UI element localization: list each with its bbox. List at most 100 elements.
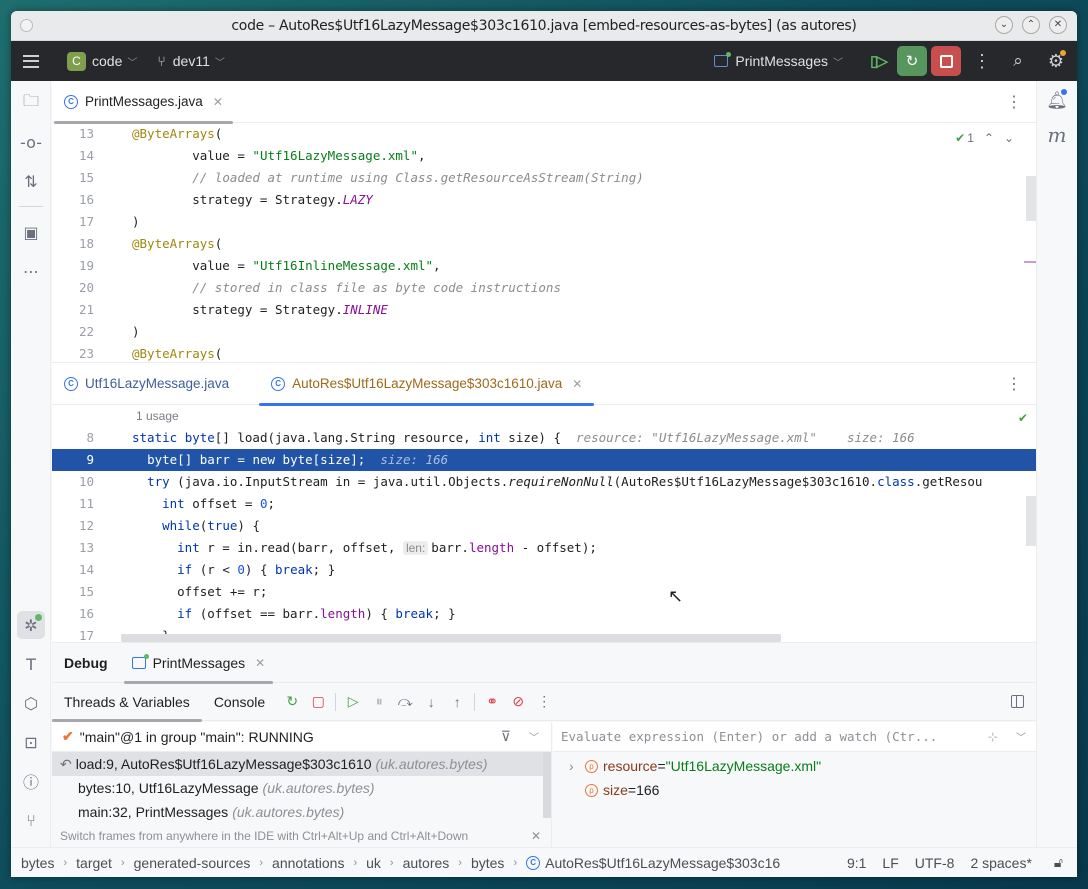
top-code-area[interactable]: 13 @ByteArrays(14 value = "Utf16LazyMessa…: [52, 123, 1036, 365]
more-tools-button[interactable]: ⋯: [17, 257, 45, 285]
terminal-tool-button[interactable]: ⊡: [17, 728, 45, 756]
line-number[interactable]: 18: [52, 233, 94, 255]
line-number[interactable]: 13: [52, 123, 94, 145]
breadcrumb-file[interactable]: C AutoRes$Utf16LazyMessage$303c16: [526, 855, 780, 871]
bottom-editor-vscrollbar[interactable]: [1026, 496, 1036, 546]
add-watch-icon[interactable]: ⊹: [988, 729, 998, 744]
code-line[interactable]: 20 // stored in class file as byte code …: [52, 277, 1036, 299]
stop-icon[interactable]: ▢: [309, 693, 327, 710]
more-icon[interactable]: ⋮: [535, 693, 553, 710]
tab-options-button[interactable]: ⋮: [1006, 92, 1022, 112]
variable-row[interactable]: p size = 166: [553, 778, 1036, 802]
rerun-debug-button[interactable]: ↻: [897, 46, 927, 76]
rerun-icon[interactable]: ↻: [283, 693, 301, 710]
resume-button[interactable]: ▯▷: [863, 46, 893, 76]
next-highlight-icon[interactable]: ⌄: [1004, 131, 1014, 145]
code-line[interactable]: 11 int offset = 0;: [52, 493, 1036, 515]
run-config-selector[interactable]: PrintMessages ﹀: [714, 52, 843, 69]
code-line[interactable]: 18 @ByteArrays(: [52, 233, 1036, 255]
code-line[interactable]: 16 if (offset == barr.length) { break; }: [52, 603, 1036, 625]
maximize-button[interactable]: ⌃: [1022, 16, 1040, 34]
line-number[interactable]: 12: [52, 515, 94, 537]
caret-position[interactable]: 9:1: [847, 855, 866, 871]
line-number[interactable]: 19: [52, 255, 94, 277]
code-line[interactable]: 17): [52, 211, 1036, 233]
line-number[interactable]: 16: [52, 603, 94, 625]
close-tab-icon[interactable]: ✕: [572, 377, 582, 391]
more-actions-button[interactable]: ⋮: [973, 51, 991, 72]
settings-button[interactable]: ⚙: [1041, 49, 1071, 72]
expand-chevron-icon[interactable]: ›: [569, 758, 585, 774]
stack-frame[interactable]: ↶ load:9, AutoRes$Utf16LazyMessage$303c1…: [52, 752, 551, 776]
project-view-button[interactable]: 🗀: [17, 89, 45, 117]
code-line[interactable]: 8 static byte[] load(java.lang.String res…: [52, 427, 1036, 449]
stop-button[interactable]: [931, 46, 961, 76]
minimize-button[interactable]: ⌄: [995, 16, 1013, 34]
stack-frame[interactable]: bytes:10, Utf16LazyMessage (uk.autores.by…: [52, 776, 551, 800]
line-number[interactable]: 21: [52, 299, 94, 321]
structure-button[interactable]: ▣: [17, 218, 45, 246]
code-line[interactable]: 14 if (r < 0) { break; }: [52, 559, 1036, 581]
lock-icon[interactable]: 🔓︎: [1054, 854, 1063, 871]
breadcrumb-item[interactable]: generated-sources: [134, 855, 251, 871]
execution-line[interactable]: 9 byte[] barr = new byte[size]; size: 16…: [52, 449, 1036, 471]
code-line[interactable]: 14 value = "Utf16LazyMessage.xml",: [52, 145, 1036, 167]
code-line[interactable]: 19 value = "Utf16InlineMessage.xml",: [52, 255, 1036, 277]
line-number[interactable]: 11: [52, 493, 94, 515]
bottom-code-area[interactable]: 8 static byte[] load(java.lang.String res…: [52, 427, 1036, 647]
line-number[interactable]: 20: [52, 277, 94, 299]
debug-tool-button[interactable]: ✲: [17, 611, 45, 639]
step-into-icon[interactable]: ↓: [422, 694, 440, 710]
close-tip-icon[interactable]: ✕: [531, 829, 541, 843]
window-menu-button[interactable]: [20, 19, 33, 32]
code-line[interactable]: 15 offset += r;: [52, 581, 1036, 603]
maven-button[interactable]: m: [1043, 121, 1071, 149]
commit-button[interactable]: -o-: [17, 128, 45, 156]
git-tool-button[interactable]: ⑂: [17, 806, 45, 834]
line-number[interactable]: 14: [52, 145, 94, 167]
previous-highlight-icon[interactable]: ⌃: [984, 131, 994, 145]
file-encoding[interactable]: UTF-8: [915, 855, 955, 871]
chevron-down-icon[interactable]: ﹀: [529, 729, 539, 744]
code-line[interactable]: 16 strategy = Strategy.LAZY: [52, 189, 1036, 211]
top-editor-scrollbar[interactable]: [1026, 176, 1036, 221]
branch-selector[interactable]: ⑂ dev11 ﹀: [137, 53, 225, 69]
pause-icon[interactable]: ⏸: [370, 693, 388, 710]
notifications-button[interactable]: 🔔︎: [1043, 87, 1071, 115]
tab-options-button[interactable]: ⋮: [1006, 374, 1022, 394]
bottom-editor-hscrollbar[interactable]: [121, 634, 781, 642]
evaluate-expression-input[interactable]: Evaluate expression (Enter) or add a wat…: [553, 722, 1036, 752]
code-line[interactable]: 12 while(true) {: [52, 515, 1036, 537]
line-number[interactable]: 9: [52, 449, 94, 471]
line-number[interactable]: 15: [52, 167, 94, 189]
breadcrumb-item[interactable]: target: [76, 855, 112, 871]
chevron-down-icon[interactable]: ﹀: [1016, 729, 1026, 744]
services-tool-button[interactable]: ⬡: [17, 689, 45, 717]
pull-requests-button[interactable]: ⇅: [17, 167, 45, 195]
line-separator[interactable]: LF: [882, 855, 898, 871]
build-tool-button[interactable]: T: [17, 650, 45, 678]
thread-selector[interactable]: ✔ "main"@1 in group "main": RUNNING ⊽ ﹀: [52, 722, 551, 752]
line-number[interactable]: 16: [52, 189, 94, 211]
breadcrumb-item[interactable]: annotations: [272, 855, 344, 871]
tab-autores-class[interactable]: C AutoRes$Utf16LazyMessage$303c1610.java…: [259, 363, 595, 406]
tab-print-messages[interactable]: C PrintMessages.java ✕: [52, 81, 235, 124]
step-out-icon[interactable]: ↑: [448, 694, 466, 710]
debug-session-tab[interactable]: PrintMessages ✕: [120, 643, 278, 684]
stack-frame[interactable]: main:32, PrintMessages (uk.autores.bytes): [52, 800, 551, 824]
line-number[interactable]: 14: [52, 559, 94, 581]
breadcrumb-item[interactable]: uk: [366, 855, 381, 871]
code-line[interactable]: 21 strategy = Strategy.INLINE: [52, 299, 1036, 321]
filter-icon[interactable]: ⊽: [501, 728, 511, 745]
indent-setting[interactable]: 2 spaces*: [970, 855, 1031, 871]
problems-tool-button[interactable]: ⓘ: [17, 767, 45, 795]
resume-icon[interactable]: ▷: [344, 693, 362, 710]
code-line[interactable]: 15 // loaded at runtime using Class.getR…: [52, 167, 1036, 189]
breadcrumb-item[interactable]: autores: [403, 855, 450, 871]
search-button[interactable]: ⌕: [1003, 51, 1033, 71]
main-menu-button[interactable]: [11, 54, 51, 68]
tab-console[interactable]: Console: [202, 683, 277, 721]
tab-threads-variables[interactable]: Threads & Variables: [52, 683, 202, 722]
line-number[interactable]: 17: [52, 211, 94, 233]
step-over-icon[interactable]: ⤼: [396, 693, 414, 710]
